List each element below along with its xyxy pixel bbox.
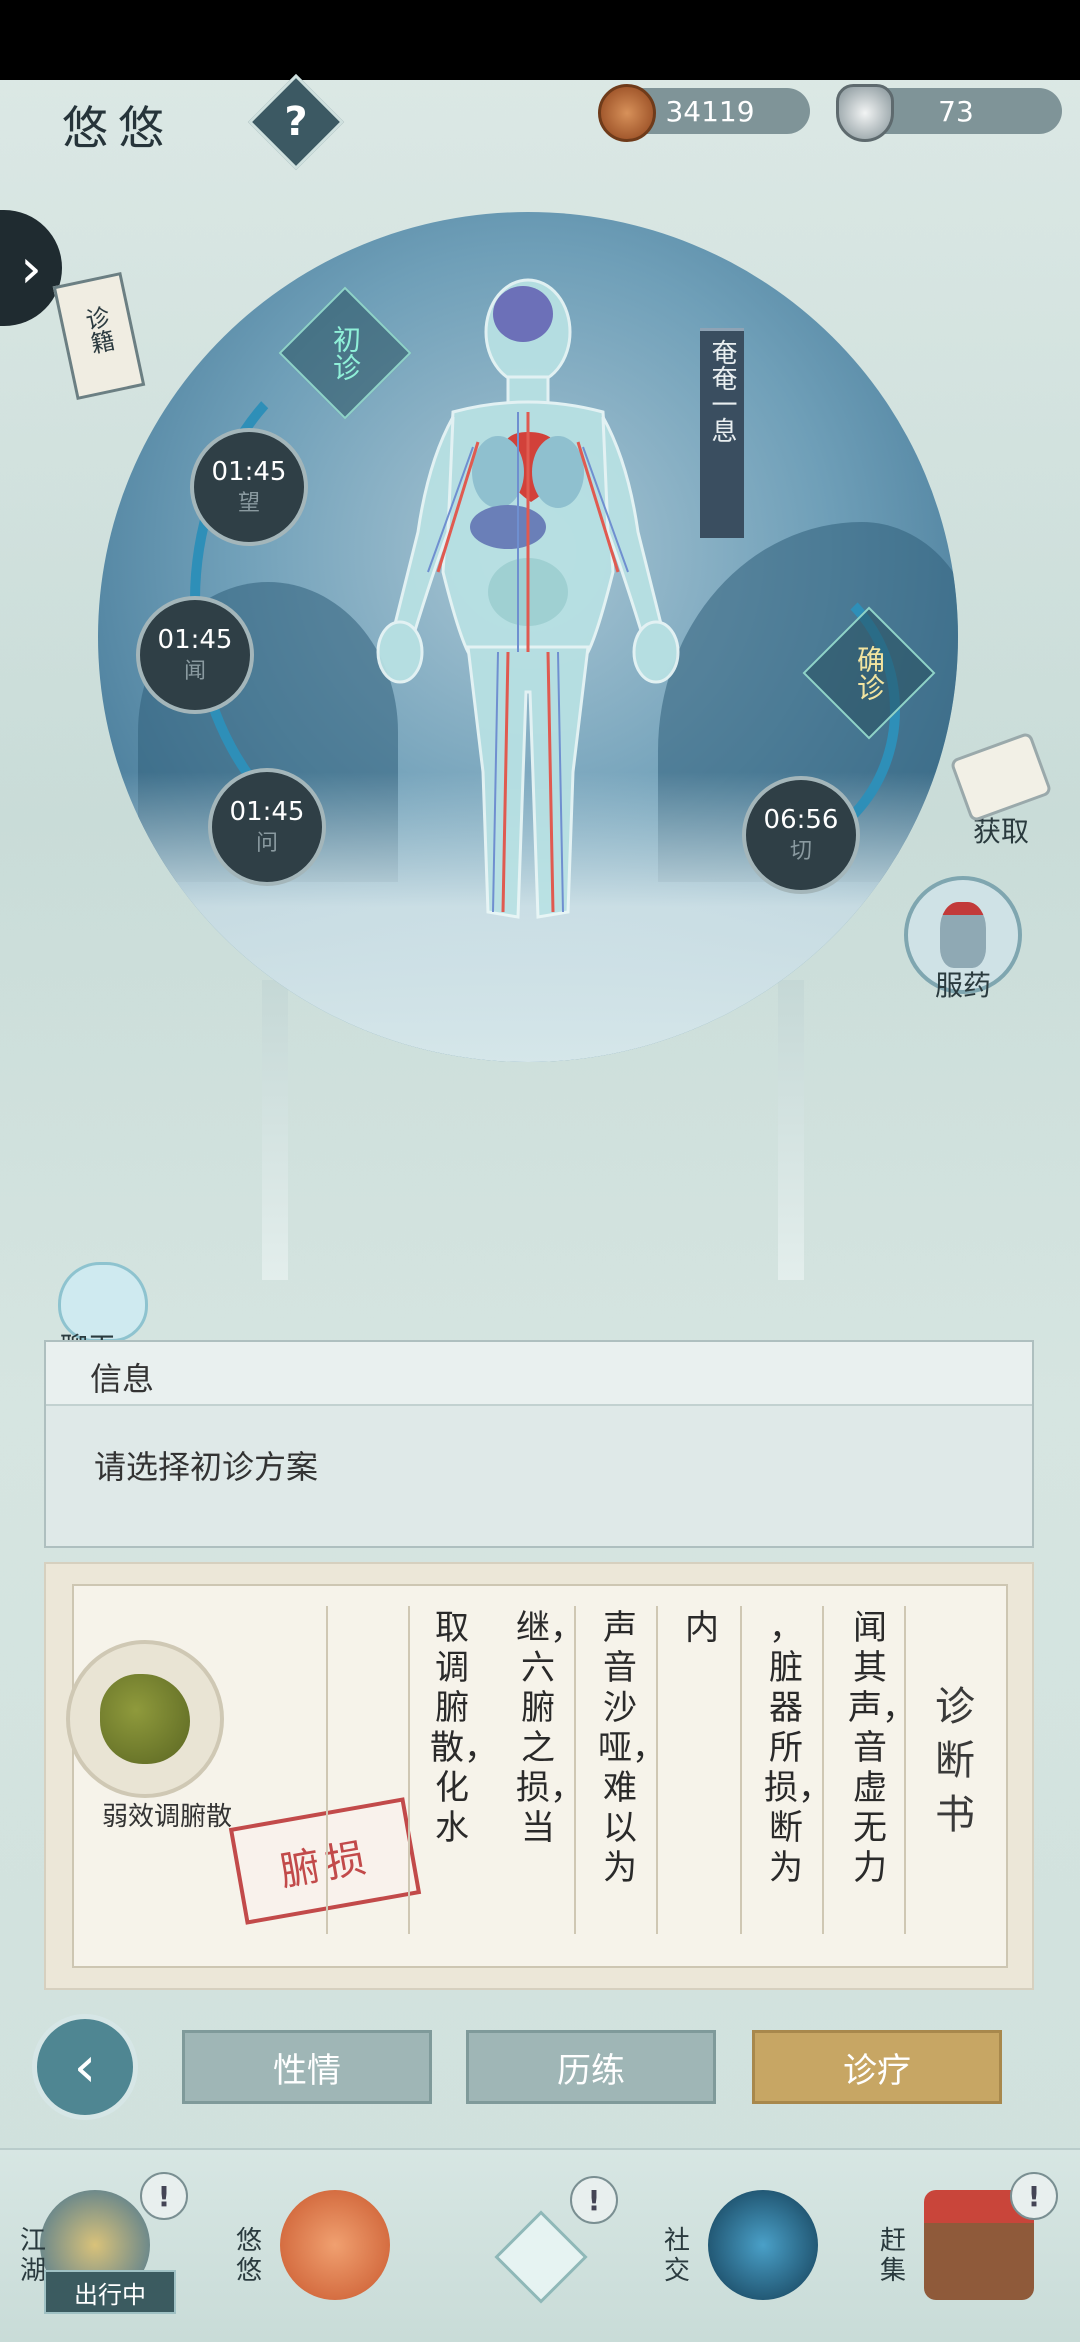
timer-pulse[interactable]: 06:56 切: [742, 776, 860, 894]
take-medicine-button[interactable]: 服药: [904, 876, 1022, 1004]
dock-market-label: 赶集: [880, 2226, 907, 2286]
initial-diagnosis-label: 初诊: [329, 325, 362, 381]
tab-temperament-label: 性情: [273, 2050, 341, 2091]
condition-text: 奄奄一息: [707, 339, 737, 443]
obtain-button[interactable]: 获取: [949, 731, 1053, 850]
outing-label: 出行中: [74, 2280, 146, 2309]
ingot-value: 73: [938, 94, 974, 128]
alert-icon: !: [140, 2172, 188, 2220]
timer-pulse-label: 切: [789, 839, 812, 864]
tab-treatment[interactable]: 诊疗: [752, 2030, 1002, 2104]
alert-mark: !: [157, 2179, 171, 2213]
book-label: 诊籍: [79, 303, 117, 357]
back-arrow-icon: ‹: [73, 2034, 97, 2100]
timer-listen-time: 01:45: [157, 625, 233, 655]
diagnosis-text-column: 声音沙哑，难以为: [598, 1608, 666, 1888]
tab-treatment-label: 诊疗: [843, 2050, 911, 2091]
scroll-icon: [949, 731, 1053, 823]
back-button[interactable]: ‹: [32, 2014, 138, 2120]
alert-mark: !: [587, 2183, 601, 2217]
timer-look-label: 望: [237, 491, 260, 516]
alert-icon: !: [1010, 2172, 1058, 2220]
diagnosis-records-button[interactable]: 诊籍: [52, 271, 146, 401]
dock-youyou-label: 悠悠: [236, 2226, 263, 2286]
info-message: 请选择初诊方案: [94, 1448, 319, 1486]
column-divider: [904, 1606, 906, 1934]
coin-icon: [598, 84, 656, 142]
info-header-text: 信息: [90, 1360, 155, 1398]
timer-ask[interactable]: 01:45 问: [208, 768, 326, 886]
timer-look[interactable]: 01:45 望: [190, 428, 308, 546]
herb-icon: [100, 1674, 190, 1764]
silver-ingot-icon: [836, 84, 894, 142]
timer-ask-time: 01:45: [229, 797, 305, 827]
dock-market[interactable]: 赶集: [880, 2190, 1034, 2320]
column-divider: [656, 1606, 658, 1934]
diagnosis-text-column: 继，六腑之损，当: [516, 1608, 584, 1848]
timer-pulse-time: 06:56: [763, 805, 839, 835]
wave-icon: [708, 2190, 818, 2300]
dock-social[interactable]: 社交: [664, 2190, 818, 2320]
expand-sidebar-button[interactable]: ›: [0, 210, 62, 326]
help-button[interactable]: ?: [247, 73, 345, 171]
coin-value: 34119: [665, 94, 755, 128]
diagnosis-text-column: 内: [685, 1608, 719, 1648]
confirm-diagnosis-label: 确诊: [853, 645, 886, 701]
tab-experience[interactable]: 历练: [466, 2030, 716, 2104]
timer-ask-label: 问: [255, 831, 278, 856]
timer-look-time: 01:45: [211, 457, 287, 487]
chevron-right-icon: ›: [20, 236, 42, 300]
condition-banner: 奄奄一息: [700, 328, 744, 538]
medicine-label: 服药: [934, 969, 991, 1002]
diagnosis-book-title: 诊断书: [935, 1684, 975, 1838]
diagnosis-text-column: 取调腑散，化水: [430, 1608, 498, 1848]
question-icon: ?: [284, 99, 308, 145]
diagnosis-text-column: 闻其声，音虚无力: [848, 1608, 916, 1888]
info-panel: 信息 请选择初诊方案: [44, 1340, 1034, 1548]
tab-temperament[interactable]: 性情: [182, 2030, 432, 2104]
timer-listen[interactable]: 01:45 闻: [136, 596, 254, 714]
timer-listen-label: 闻: [183, 659, 206, 684]
compass-star-icon: [494, 2210, 588, 2304]
info-header: 信息: [46, 1342, 1032, 1406]
diagnosis-text-column: ，脏器所损，断为: [764, 1608, 832, 1888]
dock-youyou[interactable]: 悠悠: [236, 2190, 390, 2320]
outing-status: 出行中: [44, 2270, 176, 2314]
herb-item-button[interactable]: [66, 1640, 224, 1798]
tab-experience-label: 历练: [557, 2050, 625, 2091]
swallow-icon: [280, 2190, 390, 2300]
status-bar: [0, 0, 1080, 80]
page-title: 悠悠: [62, 101, 174, 155]
column-divider: [408, 1606, 410, 1934]
column-divider: [740, 1606, 742, 1934]
herb-name: 弱效调腑散: [102, 1802, 233, 1832]
alert-mark: !: [1027, 2179, 1041, 2213]
dock-social-label: 社交: [664, 2226, 691, 2286]
alert-icon: !: [570, 2176, 618, 2224]
column-divider: [326, 1606, 328, 1934]
